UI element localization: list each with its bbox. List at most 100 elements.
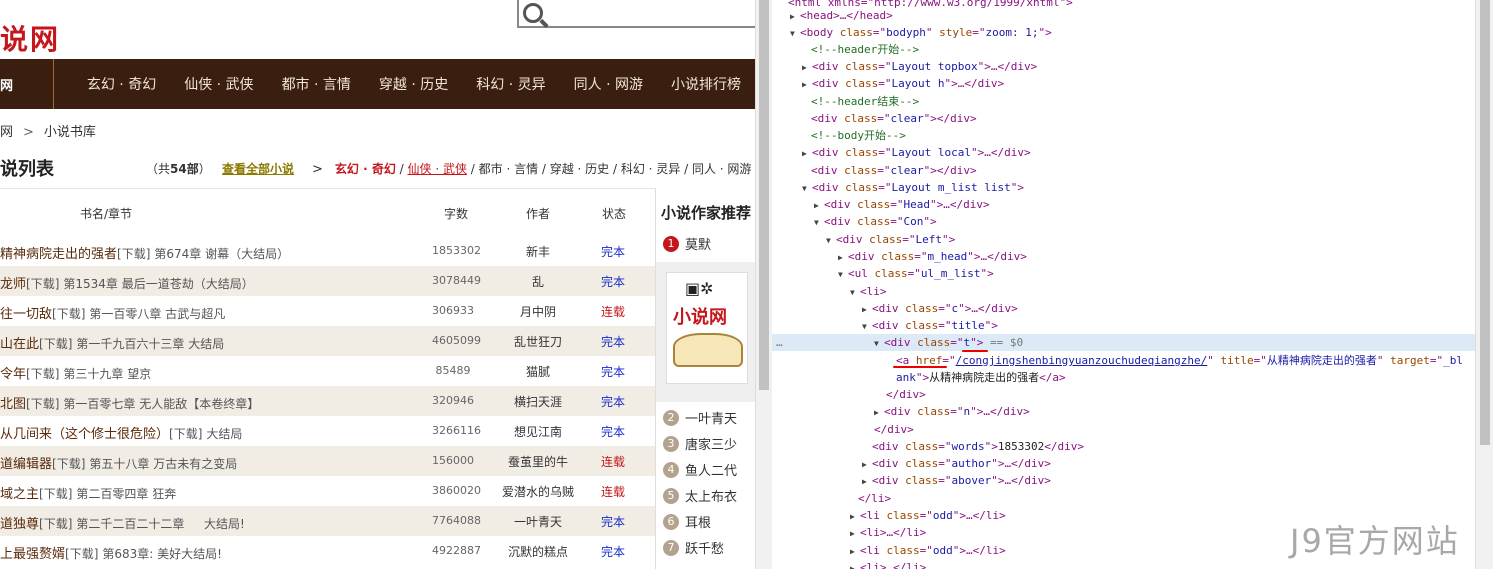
rank-author[interactable]: 鱼人二代 bbox=[685, 460, 737, 479]
dom-node-body[interactable]: ▼ <body class="bodyph" style="zoom: 1;"> bbox=[772, 24, 1475, 41]
book-title-link[interactable]: 从几间来（这个修士很危险） bbox=[0, 427, 169, 442]
dom-node-div-selected[interactable]: … ▼ <div class="t"> == $0 bbox=[772, 334, 1475, 351]
rank-author[interactable]: 耳根 bbox=[685, 512, 711, 531]
author-link[interactable]: 猫腻 bbox=[500, 363, 576, 380]
dom-node-div[interactable]: <div class="clear"></div> bbox=[772, 110, 1475, 127]
download-link[interactable]: [下载] bbox=[26, 367, 59, 381]
devtools-scrollbar-thumb[interactable] bbox=[1480, 0, 1490, 445]
download-link[interactable]: [下载] bbox=[39, 517, 72, 531]
collapse-triangle-icon[interactable]: ▼ bbox=[802, 180, 812, 197]
author-link[interactable]: 蚕茧里的牛 bbox=[500, 453, 576, 470]
author-link[interactable]: 月中阴 bbox=[500, 303, 576, 320]
nav-home[interactable]: 网 bbox=[0, 59, 54, 109]
expand-triangle-icon[interactable]: ▶ bbox=[850, 543, 860, 560]
collapse-triangle-icon[interactable]: ▼ bbox=[790, 25, 800, 42]
download-link[interactable]: [下载] bbox=[169, 427, 202, 441]
author-link[interactable]: 乱世狂刀 bbox=[500, 333, 576, 350]
expand-triangle-icon[interactable]: ▶ bbox=[802, 145, 812, 162]
expand-triangle-icon[interactable]: ▶ bbox=[862, 301, 872, 318]
chapter-link[interactable]: 第二千二百二十二章 大结局! bbox=[76, 517, 244, 531]
collapse-triangle-icon[interactable]: ▼ bbox=[838, 266, 848, 283]
dom-close-div[interactable]: </div> bbox=[772, 421, 1475, 438]
breadcrumb-current[interactable]: 小说书库 bbox=[44, 125, 96, 140]
author-link[interactable]: 想见江南 bbox=[500, 423, 576, 440]
collapse-triangle-icon[interactable]: ▼ bbox=[850, 284, 860, 301]
dom-node-div[interactable]: ▶ <div class="abover">…</div> bbox=[772, 472, 1475, 489]
filter-rest[interactable]: / 都市 · 言情 / 穿越 · 历史 / 科幻 · 灵异 / 同人 · 网游 bbox=[467, 162, 752, 176]
dom-node-div[interactable]: ▼ <div class="title"> bbox=[772, 317, 1475, 334]
chapter-link[interactable]: 第1534章 最后一道苍劫（大结局） bbox=[63, 277, 253, 291]
rank-item-5[interactable]: 5 太上布衣 bbox=[663, 486, 737, 505]
author-link[interactable]: 横扫天涯 bbox=[500, 393, 576, 410]
page-scrollbar-thumb[interactable] bbox=[759, 0, 769, 390]
book-title-link[interactable]: 龙师 bbox=[0, 277, 26, 292]
breadcrumb-home[interactable]: 网 bbox=[0, 125, 13, 140]
expand-triangle-icon[interactable]: ▶ bbox=[802, 76, 812, 93]
expand-triangle-icon[interactable]: ▶ bbox=[790, 8, 800, 25]
download-link[interactable]: [下载] bbox=[39, 337, 72, 351]
rank-author[interactable]: 唐家三少 bbox=[685, 434, 737, 453]
download-link[interactable]: [下载] bbox=[52, 307, 85, 321]
nav-item-kehuan[interactable]: 科幻 · 灵异 bbox=[462, 74, 559, 94]
collapse-triangle-icon[interactable]: ▼ bbox=[814, 214, 824, 231]
rank-author[interactable]: 莫默 bbox=[685, 234, 711, 253]
href-link[interactable]: /congjingshenbingyuanzouchudeqiangzhe/ bbox=[956, 354, 1208, 367]
author-link[interactable]: 爱潜水的乌贼 bbox=[500, 483, 576, 500]
dom-node-div[interactable]: ▶ <div class="n">…</div> bbox=[772, 403, 1475, 420]
filter-xianxia[interactable]: 仙侠 · 武侠 bbox=[408, 162, 467, 176]
rank-author[interactable]: 太上布衣 bbox=[685, 486, 737, 505]
search-input[interactable] bbox=[517, 0, 755, 28]
chapter-link[interactable]: 大结局 bbox=[206, 427, 242, 441]
author-link[interactable]: 新丰 bbox=[500, 243, 576, 260]
download-link[interactable]: [下载] bbox=[39, 487, 72, 501]
dom-node-a[interactable]: <a href="/congjingshenbingyuanzouchudeqi… bbox=[772, 352, 1475, 369]
chapter-link[interactable]: 第五十八章 万古未有之变局 bbox=[89, 457, 237, 471]
sidebar-banner[interactable]: ▣✲ 小说网 bbox=[656, 262, 755, 402]
rank-item-2[interactable]: 2 一叶青天 bbox=[663, 408, 737, 427]
nav-item-xianxia[interactable]: 仙侠 · 武侠 bbox=[170, 74, 267, 94]
expand-triangle-icon[interactable]: ▶ bbox=[814, 197, 824, 214]
rank-item-6[interactable]: 6 耳根 bbox=[663, 512, 711, 531]
expand-triangle-icon[interactable]: ▶ bbox=[850, 508, 860, 525]
expand-triangle-icon[interactable]: ▶ bbox=[862, 456, 872, 473]
rank-item-4[interactable]: 4 鱼人二代 bbox=[663, 460, 737, 479]
nav-item-tongren[interactable]: 同人 · 网游 bbox=[560, 74, 657, 94]
dom-node-div[interactable]: ▼ <div class="Left"> bbox=[772, 231, 1475, 248]
dom-node-div[interactable]: ▶ <div class="Layout local">…</div> bbox=[772, 144, 1475, 161]
dom-node-div[interactable]: ▼ <div class="Con"> bbox=[772, 213, 1475, 230]
chapter-link[interactable]: 第三十九章 望京 bbox=[63, 367, 151, 381]
site-logo[interactable]: 说网 bbox=[0, 18, 60, 58]
book-title-link[interactable]: 道独尊 bbox=[0, 517, 39, 532]
dom-comment[interactable]: <!--header开始--> bbox=[772, 41, 1475, 58]
rank-author[interactable]: 一叶青天 bbox=[685, 408, 737, 427]
dom-node-div[interactable]: ▼ <div class="Layout m_list list"> bbox=[772, 179, 1475, 196]
download-link[interactable]: [下载] bbox=[117, 247, 150, 261]
chapter-link[interactable]: 第683章: 美好大结局! bbox=[102, 547, 222, 561]
book-title-link[interactable]: 山在此 bbox=[0, 337, 39, 352]
dom-node-div[interactable]: ▶ <div class="author">…</div> bbox=[772, 455, 1475, 472]
more-options-icon[interactable]: … bbox=[776, 334, 783, 351]
book-title-link[interactable]: 上最强赘婿 bbox=[0, 547, 65, 562]
chapter-link[interactable]: 第一千九百六十三章 大结局 bbox=[76, 337, 224, 351]
dom-node-div[interactable]: ▶ <div class="m_head">…</div> bbox=[772, 248, 1475, 265]
collapse-triangle-icon[interactable]: ▼ bbox=[862, 318, 872, 335]
book-title-link[interactable]: 精神病院走出的强者 bbox=[0, 247, 117, 262]
chapter-link[interactable]: 第二百零四章 狂奔 bbox=[76, 487, 176, 501]
expand-triangle-icon[interactable]: ▶ bbox=[874, 404, 884, 421]
dom-node-div[interactable]: <div class="clear"></div> bbox=[772, 162, 1475, 179]
download-link[interactable]: [下载] bbox=[52, 457, 85, 471]
dom-node-ul[interactable]: ▼ <ul class="ul_m_list"> bbox=[772, 265, 1475, 282]
rank-item-7[interactable]: 7 跃千愁 bbox=[663, 538, 724, 557]
nav-item-xuanhuan[interactable]: 玄幻 · 奇幻 bbox=[73, 74, 170, 94]
search-icon[interactable] bbox=[523, 3, 543, 23]
expand-triangle-icon[interactable]: ▶ bbox=[862, 473, 872, 490]
dom-node-div[interactable]: ▶ <div class="Head">…</div> bbox=[772, 196, 1475, 213]
expand-triangle-icon[interactable]: ▶ bbox=[802, 59, 812, 76]
dom-close-li[interactable]: </li> bbox=[772, 490, 1475, 507]
dom-node-li[interactable]: ▼ <li> bbox=[772, 283, 1475, 300]
chapter-link[interactable]: 第674章 谢幕（大结局） bbox=[154, 247, 289, 261]
dom-node-head[interactable]: ▶ <head>…</head> bbox=[772, 7, 1475, 24]
author-link[interactable]: 一叶青天 bbox=[500, 513, 576, 530]
nav-item-ranking[interactable]: 小说排行榜 bbox=[657, 74, 755, 94]
view-all-link[interactable]: 查看全部小说 bbox=[222, 160, 294, 177]
